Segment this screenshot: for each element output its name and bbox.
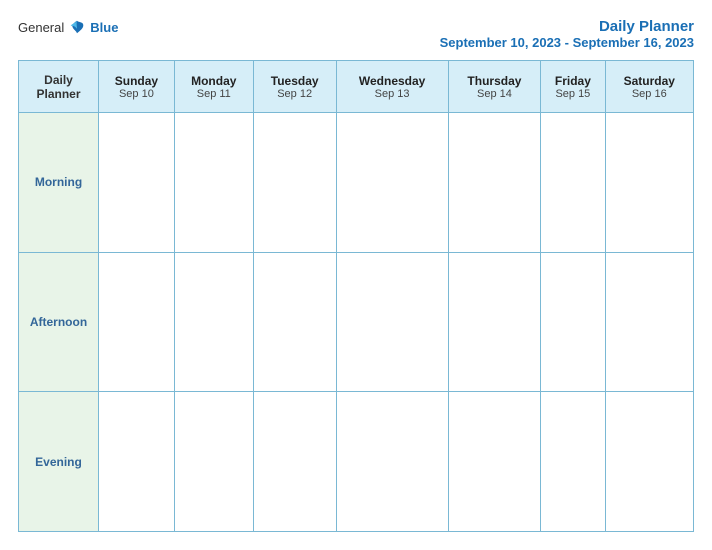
afternoon-monday[interactable]: [174, 252, 253, 392]
afternoon-label: Afternoon: [19, 252, 99, 392]
afternoon-thursday[interactable]: [448, 252, 541, 392]
evening-wednesday[interactable]: [336, 392, 448, 532]
evening-label: Evening: [19, 392, 99, 532]
morning-tuesday[interactable]: [253, 113, 336, 253]
col-saturday-name: Saturday: [608, 74, 691, 88]
evening-sunday[interactable]: [99, 392, 175, 532]
header-row: Daily Planner Sunday Sep 10 Monday Sep 1…: [19, 61, 694, 113]
morning-label: Morning: [19, 113, 99, 253]
morning-sunday[interactable]: [99, 113, 175, 253]
afternoon-saturday[interactable]: [605, 252, 693, 392]
morning-monday[interactable]: [174, 113, 253, 253]
col-tuesday-name: Tuesday: [256, 74, 334, 88]
afternoon-tuesday[interactable]: [253, 252, 336, 392]
page: General Blue Daily Planner September 10,…: [0, 0, 712, 550]
title-area: Daily Planner September 10, 2023 - Septe…: [440, 18, 694, 50]
evening-friday[interactable]: [541, 392, 605, 532]
row-afternoon: Afternoon: [19, 252, 694, 392]
evening-monday[interactable]: [174, 392, 253, 532]
afternoon-friday[interactable]: [541, 252, 605, 392]
col-header-daily-planner: Daily Planner: [19, 61, 99, 113]
logo-text: General Blue: [18, 18, 118, 36]
evening-tuesday[interactable]: [253, 392, 336, 532]
row-evening: Evening: [19, 392, 694, 532]
col-header-thursday: Thursday Sep 14: [448, 61, 541, 113]
afternoon-wednesday[interactable]: [336, 252, 448, 392]
col-sunday-name: Sunday: [101, 74, 172, 88]
col-friday-date: Sep 15: [543, 88, 602, 100]
planner-subtitle: September 10, 2023 - September 16, 2023: [440, 35, 694, 50]
logo-area: General Blue: [18, 18, 118, 36]
header: General Blue Daily Planner September 10,…: [18, 18, 694, 50]
col-header-friday: Friday Sep 15: [541, 61, 605, 113]
col-header-monday: Monday Sep 11: [174, 61, 253, 113]
col-thursday-date: Sep 14: [451, 88, 539, 100]
col-tuesday-date: Sep 12: [256, 88, 334, 100]
evening-thursday[interactable]: [448, 392, 541, 532]
col-header-tuesday: Tuesday Sep 12: [253, 61, 336, 113]
col-friday-name: Friday: [543, 74, 602, 88]
col-wednesday-name: Wednesday: [339, 74, 446, 88]
morning-thursday[interactable]: [448, 113, 541, 253]
afternoon-sunday[interactable]: [99, 252, 175, 392]
col-header-wednesday: Wednesday Sep 13: [336, 61, 448, 113]
col-wednesday-date: Sep 13: [339, 88, 446, 100]
morning-saturday[interactable]: [605, 113, 693, 253]
col-sunday-date: Sep 10: [101, 88, 172, 100]
evening-saturday[interactable]: [605, 392, 693, 532]
planner-title: Daily Planner: [440, 18, 694, 35]
col-saturday-date: Sep 16: [608, 88, 691, 100]
logo-general-text: General: [18, 20, 64, 35]
col-header-sunday: Sunday Sep 10: [99, 61, 175, 113]
col-monday-date: Sep 11: [177, 88, 251, 100]
col-monday-name: Monday: [177, 74, 251, 88]
row-morning: Morning: [19, 113, 694, 253]
col-thursday-name: Thursday: [451, 74, 539, 88]
calendar-table: Daily Planner Sunday Sep 10 Monday Sep 1…: [18, 60, 694, 532]
col-label-line2: Planner: [36, 87, 80, 101]
logo-blue-text: Blue: [90, 20, 118, 35]
col-header-saturday: Saturday Sep 16: [605, 61, 693, 113]
logo-bird-icon: [68, 18, 86, 36]
col-label-line1: Daily: [44, 73, 73, 87]
morning-friday[interactable]: [541, 113, 605, 253]
morning-wednesday[interactable]: [336, 113, 448, 253]
